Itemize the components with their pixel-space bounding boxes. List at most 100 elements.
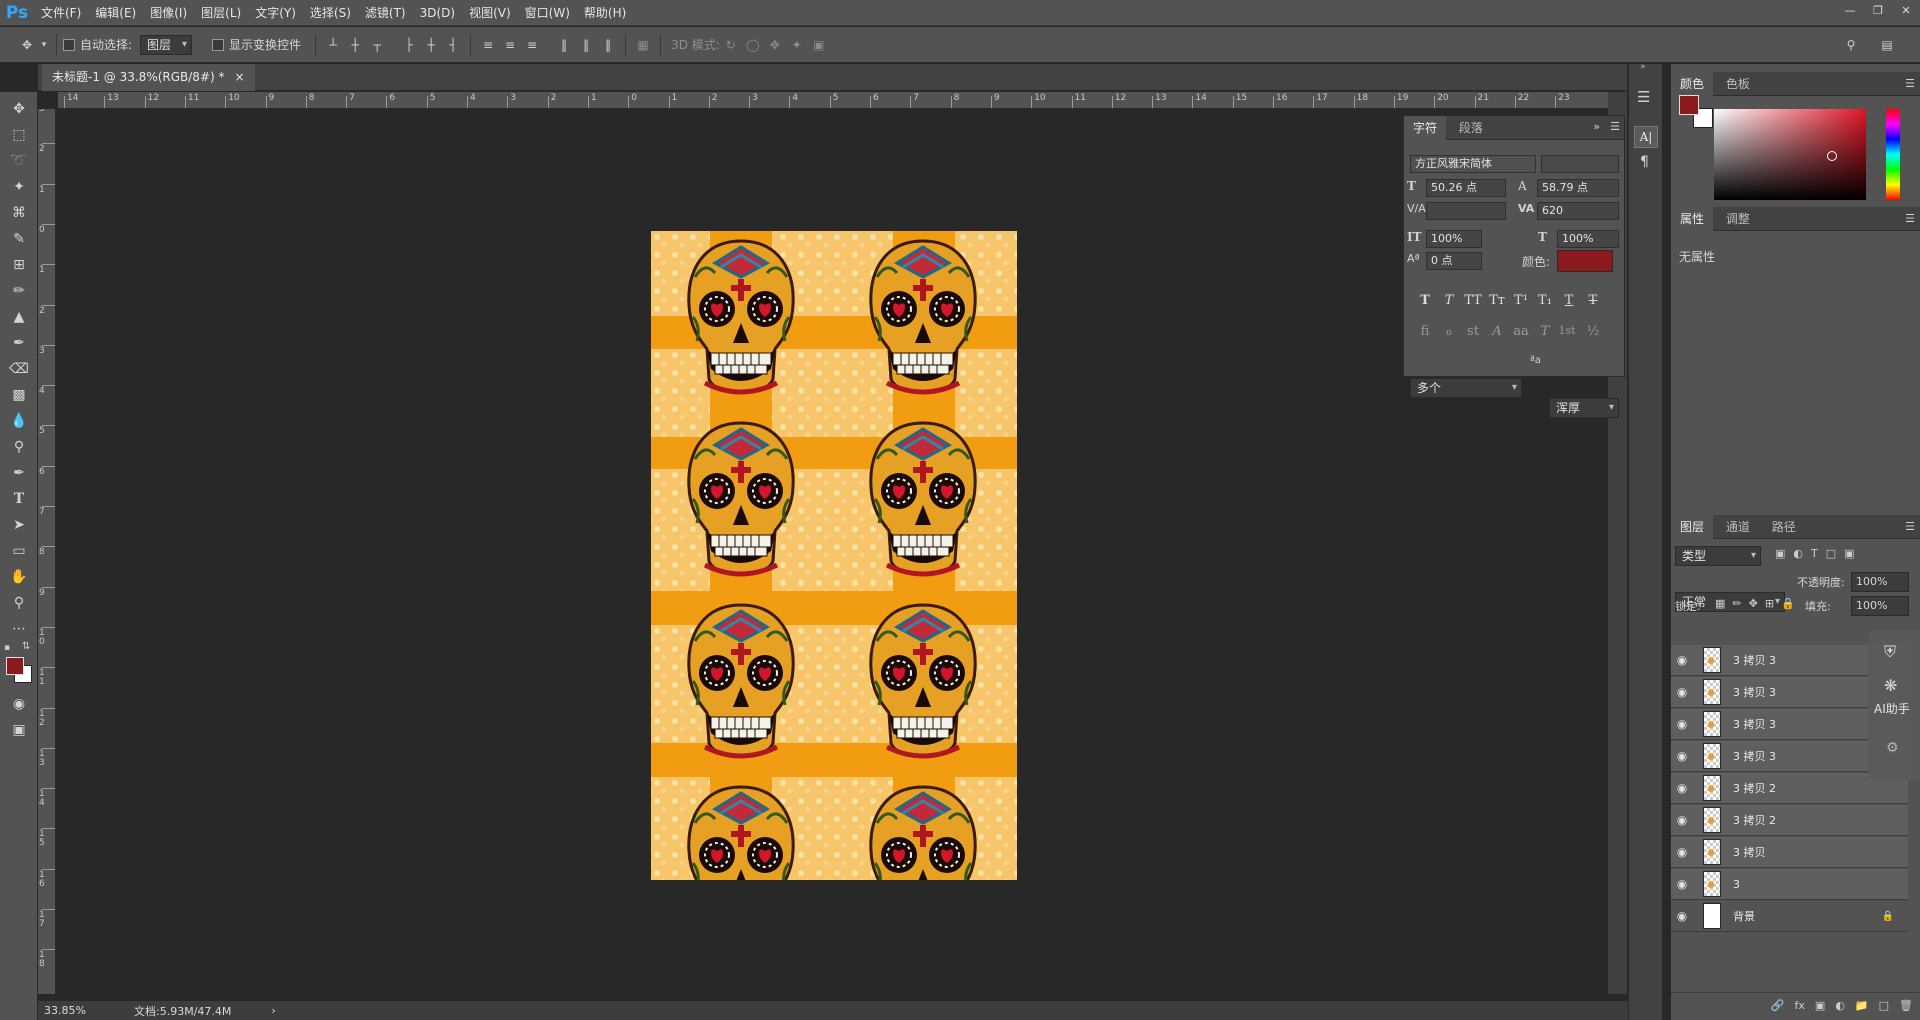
stamp-icon[interactable]: ▲ [7,306,31,328]
shield-icon[interactable]: ⛨ [1884,642,1896,662]
layer-row[interactable]: ◉ 3 拷贝 2 [1671,805,1908,836]
menu-window[interactable]: 窗口(W) [518,0,577,26]
swash-button[interactable]: A [1488,324,1506,342]
add-mask-icon[interactable]: ▣ [1815,999,1825,1012]
color-foreground-swatch[interactable] [1679,95,1699,115]
document-tab[interactable]: 未标题-1 @ 33.8%(RGB/8#) * × [42,64,255,91]
distribute-bottom-icon[interactable]: ≡ [521,34,543,56]
eye-icon[interactable]: ◉ [1671,653,1693,667]
panel-menu-icon[interactable]: ☰ [1610,120,1620,133]
opacity-field[interactable]: 100% [1851,572,1909,592]
tab-swatches[interactable]: 色板 [1717,72,1759,96]
color-picker-cursor[interactable] [1827,151,1837,161]
link-layers-icon[interactable]: 🔗 [1771,999,1785,1012]
collapse-icon[interactable]: » [1640,62,1646,72]
gradient-icon[interactable]: ▩ [7,384,31,406]
align-hcenter-icon[interactable]: ┼ [420,34,442,56]
menu-select[interactable]: 选择(S) [303,0,358,26]
distribute-top-icon[interactable]: ≡ [477,34,499,56]
paragraph-panel-icon[interactable]: ¶ [1640,154,1649,170]
align-bottom-icon[interactable]: ┬ [366,34,388,56]
character-panel-icon[interactable]: A| [1634,126,1658,148]
menu-file[interactable]: 文件(F) [34,0,88,26]
eyedropper-icon[interactable]: ✎ [7,228,31,250]
swap-colors-icon[interactable]: ⇅ [22,641,30,652]
eye-icon[interactable]: ◉ [1671,909,1693,923]
menu-help[interactable]: 帮助(H) [577,0,633,26]
panel-menu-icon[interactable]: ☰ [1905,77,1915,90]
eye-icon[interactable]: ◉ [1671,685,1693,699]
gear-icon[interactable]: ⚙ [1886,740,1899,756]
ai-logo-icon[interactable]: ❋ [1884,676,1897,695]
panel-menu-icon[interactable]: ☰ [1905,520,1915,533]
stylistic-alternates-button[interactable]: aa [1512,324,1530,342]
more-icon[interactable]: ⋯ [7,618,31,640]
ligatures-button[interactable]: fi [1416,324,1434,342]
tab-layers[interactable]: 图层 [1671,515,1714,539]
ai-helper-widget[interactable]: ⛨ ❋ AI助手 ⚙ [1868,630,1920,780]
menu-image[interactable]: 图像(I) [143,0,194,26]
tab-paragraph[interactable]: 段落 [1450,116,1492,140]
align-right-icon[interactable]: ┤ [442,34,464,56]
menu-view[interactable]: 视图(V) [462,0,518,26]
video-3d-icon[interactable]: ▣ [808,34,830,56]
small-caps-button[interactable]: Tт [1488,293,1506,311]
layer-row-background[interactable]: ◉ 背景 🔒 [1671,901,1908,932]
hand-icon[interactable]: ✋ [7,566,31,588]
panel-menu-icon[interactable]: ☰ [1905,212,1915,225]
close-icon[interactable]: ✕ [1892,0,1920,20]
fractions-button[interactable]: ½ [1584,324,1602,342]
move-tool-icon[interactable]: ✥ [16,34,38,56]
auto-align-icon[interactable]: ▦ [632,34,654,56]
all-caps-button[interactable]: TT [1464,293,1482,311]
path-select-icon[interactable]: ➤ [7,514,31,536]
menu-3d[interactable]: 3D(D) [413,0,462,26]
pan-3d-icon[interactable]: ✥ [764,34,786,56]
strikethrough-button[interactable]: T [1584,293,1602,311]
baseline-shift-field[interactable]: 0 点 [1426,252,1482,270]
menu-filter[interactable]: 滤镜(T) [358,0,413,26]
quick-mask-icon[interactable]: ◉ [7,693,31,715]
history-panel-icon[interactable]: ☰ [1637,88,1650,106]
horizontal-scale-field[interactable]: 100% [1557,230,1619,248]
font-style-field[interactable] [1541,155,1619,173]
distribute-vcenter-icon[interactable]: ≡ [499,34,521,56]
chevron-right-icon[interactable]: › [271,1004,275,1017]
menu-type[interactable]: 文字(Y) [248,0,303,26]
foreground-color-swatch[interactable] [6,657,24,675]
color-picker-field[interactable] [1714,109,1866,200]
marquee-icon[interactable]: ⬚ [7,124,31,146]
tab-properties[interactable]: 属性 [1671,207,1714,231]
align-left-icon[interactable]: ├ [398,34,420,56]
font-size-field[interactable]: 50.26 点 [1426,179,1506,197]
tab-color[interactable]: 颜色 [1671,72,1714,96]
eraser-icon[interactable]: ⌫ [7,358,31,380]
frame-icon[interactable]: ⊞ [7,254,31,276]
brush-icon[interactable]: ✏ [7,280,31,302]
adjustment-layer-icon[interactable]: ◐ [1835,999,1845,1012]
zoom-icon[interactable]: ⚲ [7,592,31,614]
roll-3d-icon[interactable]: ◯ [742,34,764,56]
auto-select-checkbox[interactable] [63,38,75,51]
eye-icon[interactable]: ◉ [1671,749,1693,763]
distribute-left-icon[interactable]: ‖ [553,34,575,56]
underline-button[interactable]: T [1560,293,1578,311]
subscript-button[interactable]: T₁ [1536,293,1554,311]
menu-layer[interactable]: 图层(L) [194,0,248,26]
eye-icon[interactable]: ◉ [1671,877,1693,891]
layer-row[interactable]: ◉ 3 拷贝 [1671,837,1908,868]
language-dropdown[interactable]: 多个 [1410,378,1522,398]
superscript-button[interactable]: T¹ [1512,293,1530,311]
tab-paths[interactable]: 路径 [1763,515,1805,539]
contextual-alternates-button[interactable]: ℴ [1440,324,1458,342]
tab-channels[interactable]: 通道 [1717,515,1759,539]
distribute-right-icon[interactable]: ‖ [597,34,619,56]
document-canvas[interactable] [651,231,1017,880]
slide-3d-icon[interactable]: ✦ [786,34,808,56]
workspace-icon[interactable]: ▤ [1876,34,1898,56]
layer-filter-icons[interactable]: ▣◐T□▣ [1775,547,1863,560]
pen-icon[interactable]: ✒ [7,462,31,484]
antialias-dropdown[interactable]: 浑厚 [1549,398,1619,418]
move-icon[interactable]: ✥ [7,98,31,120]
history-brush-icon[interactable]: ✒ [7,332,31,354]
